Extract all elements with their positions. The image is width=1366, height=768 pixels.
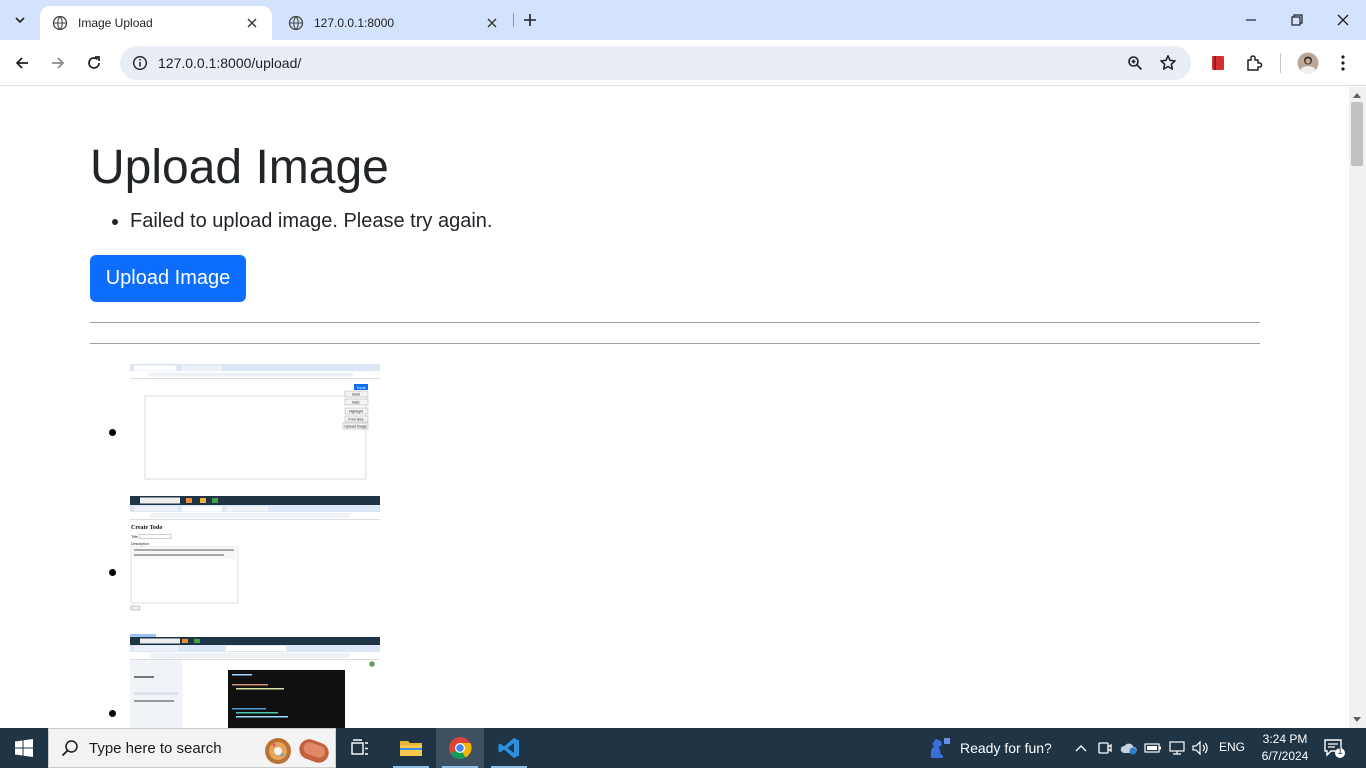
thumb-text: Create Todo [131,525,162,531]
close-window-button[interactable] [1320,0,1366,40]
globe-icon [288,15,304,31]
folder-icon [400,741,422,756]
minimize-icon [1246,19,1256,21]
reload-button[interactable] [78,47,110,79]
clock-date: 6/7/2024 [1261,749,1309,763]
minimize-button[interactable] [1228,0,1274,40]
widgets-button[interactable]: Ready for fun? [926,728,1052,768]
page-scrollbar[interactable] [1349,87,1366,728]
tab-title: 127.0.0.1:8000 [314,16,395,30]
search-icon [61,740,78,757]
error-message: Failed to upload image. Please try again… [130,208,492,234]
list-bullet [109,429,116,436]
reload-icon [88,56,100,69]
error-list: Failed to upload image. Please try again… [130,208,492,234]
thumb-text: Upload Image [344,425,366,429]
url-text: 127.0.0.1:8000/upload/ [158,55,302,71]
tab-search-button[interactable] [6,6,34,34]
plus-icon [524,14,536,26]
page-title: Upload Image [90,141,389,194]
tab-close-icon[interactable] [244,15,260,31]
file-explorer-taskbar-app[interactable] [387,728,435,768]
toolbar-separator [1280,53,1281,73]
extensions-puzzle-icon[interactable] [1240,49,1268,77]
tab-title: Image Upload [78,16,153,30]
uploaded-image-thumbnail: Create Todo Title Description [130,496,380,612]
profile-avatar[interactable] [1294,49,1322,77]
scroll-up-arrow-icon[interactable] [1353,93,1361,98]
arrow-left-icon [15,57,28,69]
vscode-icon [498,738,519,758]
globe-icon [52,15,68,31]
battery-icon[interactable] [1143,738,1163,758]
taskbar-search[interactable]: Type here to search [48,728,336,768]
more-menu-icon[interactable] [1329,49,1357,77]
thumb-text: Italic [352,401,360,405]
clock[interactable]: 3:24 PM 6/7/2024 [1252,731,1318,765]
browser-toolbar: 127.0.0.1:8000/upload/ [0,40,1366,86]
divider [90,322,1260,323]
task-view-icon [351,739,368,755]
onedrive-icon[interactable] [1119,738,1139,758]
restore-button[interactable] [1274,0,1320,40]
bookmark-star-icon[interactable] [1156,51,1180,75]
tab-strip: Image Upload 127.0.0.1:8000 [0,0,1366,40]
new-tab-button[interactable] [518,8,542,32]
language-indicator[interactable]: ENG [1219,740,1245,754]
thumb-text: Tools [356,385,365,390]
thumb-text: Highlight [349,410,363,414]
search-highlight-icon [265,738,329,764]
zoom-icon[interactable] [1123,51,1147,75]
windows-logo-icon [15,739,33,757]
upload-image-button[interactable]: Upload Image [90,255,246,302]
chess-knight-icon [931,738,950,758]
scroll-down-arrow-icon[interactable] [1353,717,1361,722]
weather-text: Ready for fun? [960,740,1052,756]
divider [90,343,1260,344]
notification-center-button[interactable]: 1 [1322,736,1346,760]
thumb-text: Title [131,535,138,539]
page-viewport: Upload Image Failed to upload image. Ple… [0,87,1349,728]
close-icon [1337,14,1349,26]
show-hidden-icons-chevron-icon[interactable] [1071,738,1091,758]
tab-separator [513,13,514,27]
site-info-icon[interactable] [128,51,152,75]
list-bullet [109,710,116,717]
tab-localhost[interactable]: 127.0.0.1:8000 [276,6,512,40]
clock-time: 3:24 PM [1262,732,1308,746]
notification-count: 1 [1337,746,1343,756]
chrome-taskbar-app[interactable] [436,728,484,768]
vscode-taskbar-app[interactable] [485,728,533,768]
thumb-text: Bold [352,393,359,397]
chrome-icon [449,737,472,759]
windows-taskbar: Type here to search Ready for fun? ENG 3… [0,728,1366,768]
chevron-down-icon [15,17,25,24]
arrow-right-icon [52,57,65,69]
list-bullet [109,569,116,576]
uploaded-image-thumbnail: Tools Bold Italic Highlight Font Size Up… [130,364,380,482]
search-placeholder: Type here to search [89,740,222,757]
back-button[interactable] [6,47,38,79]
tab-close-icon[interactable] [484,15,500,31]
extension-red-icon[interactable] [1204,49,1232,77]
restore-icon [1291,14,1303,26]
forward-button[interactable] [42,47,74,79]
thumb-text: Font Size [348,418,363,422]
address-bar[interactable]: 127.0.0.1:8000/upload/ [120,46,1191,80]
task-view-button[interactable] [336,728,384,768]
tab-image-upload[interactable]: Image Upload [40,6,272,40]
start-button[interactable] [0,728,48,768]
uploaded-image-thumbnail [130,634,380,728]
network-icon[interactable] [1167,738,1187,758]
meet-now-icon[interactable] [1095,738,1115,758]
volume-icon[interactable] [1190,738,1210,758]
thumb-text: Description [131,542,149,546]
scrollbar-thumb[interactable] [1351,102,1363,166]
